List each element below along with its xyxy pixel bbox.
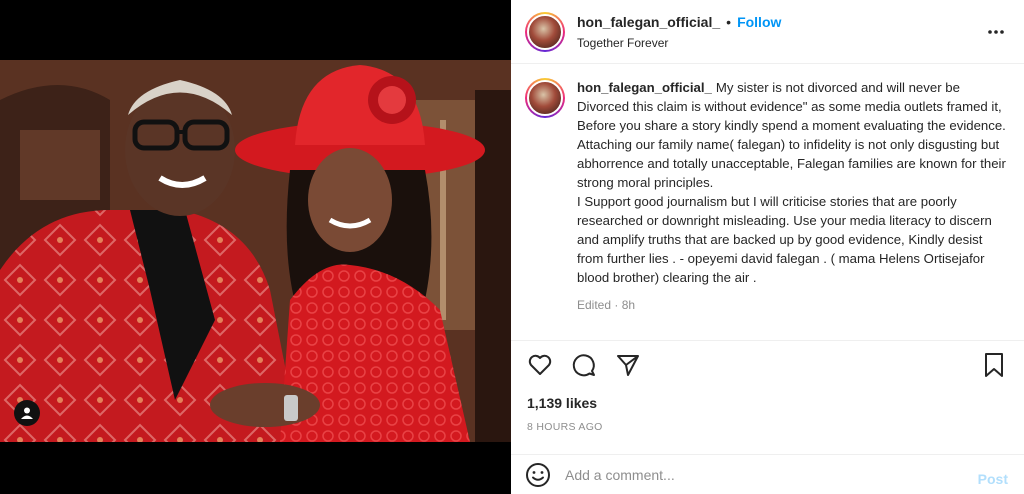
user-tag-icon[interactable] — [14, 400, 40, 426]
follow-button[interactable]: Follow — [737, 14, 781, 30]
post-photo[interactable] — [0, 60, 511, 442]
separator-dot: • — [726, 13, 732, 30]
comment-input[interactable] — [565, 466, 955, 483]
post-timestamp[interactable]: 8 HOURS AGO — [527, 421, 603, 433]
caption-username[interactable]: hon_falegan_official_ — [577, 80, 712, 95]
post-header: hon_falegan_official_ • Follow Together … — [511, 0, 1024, 64]
caption-meta: Edited · 8h — [577, 298, 636, 312]
more-icon[interactable] — [986, 22, 1006, 42]
heart-icon[interactable] — [527, 352, 553, 378]
post-details-panel: hon_falegan_official_ • Follow Together … — [511, 0, 1024, 494]
bookmark-icon[interactable] — [982, 352, 1006, 378]
post-viewer: hon_falegan_official_ • Follow Together … — [0, 0, 1024, 494]
share-icon[interactable] — [615, 352, 641, 378]
caption-avatar[interactable] — [525, 78, 565, 118]
caption-content: hon_falegan_official_ My sister is not di… — [577, 78, 1007, 287]
comment-box: Post — [511, 454, 1024, 494]
caption-text: My sister is not divorced and will never… — [577, 80, 1006, 285]
post-caption: hon_falegan_official_ My sister is not di… — [525, 78, 1011, 315]
action-icons — [527, 352, 641, 378]
actions-divider — [511, 340, 1024, 341]
header-username[interactable]: hon_falegan_official_ — [577, 14, 720, 30]
location-label[interactable]: Together Forever — [577, 36, 781, 50]
post-button[interactable]: Post — [978, 471, 1008, 487]
avatar[interactable] — [525, 11, 565, 52]
likes-count[interactable]: 1,139 likes — [527, 395, 597, 411]
comment-icon[interactable] — [571, 352, 597, 378]
post-media — [0, 0, 511, 494]
emoji-icon[interactable] — [525, 462, 551, 488]
